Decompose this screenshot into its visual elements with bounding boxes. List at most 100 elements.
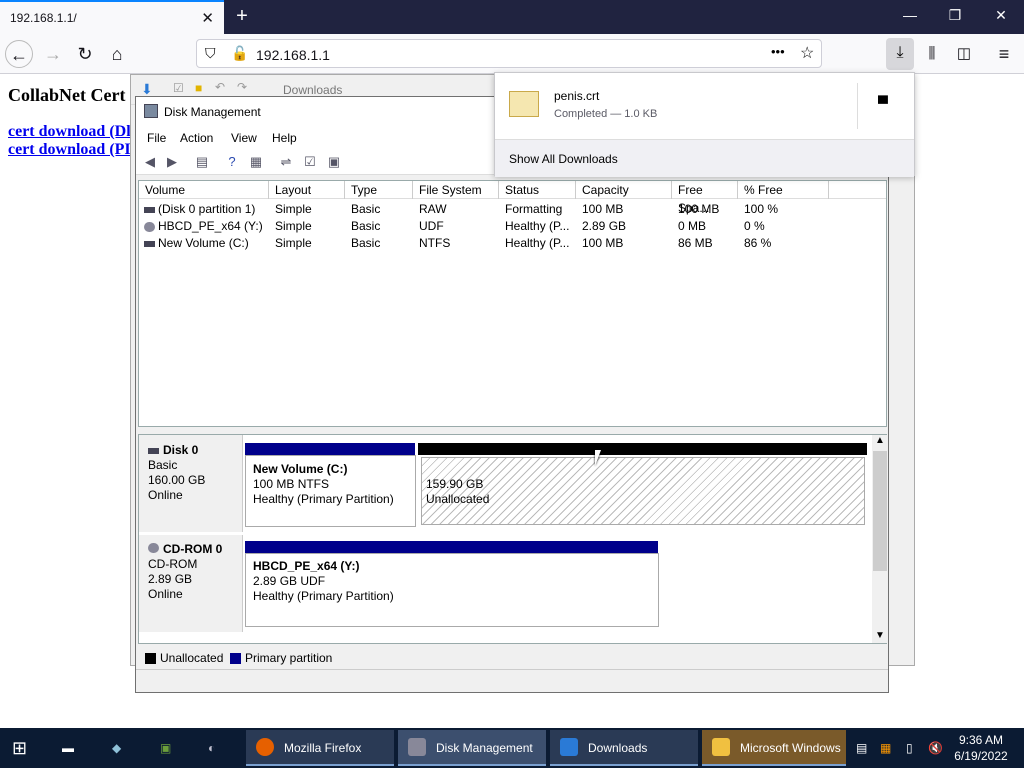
col-type[interactable]: Type	[345, 181, 413, 199]
col-volume[interactable]: Volume	[139, 181, 269, 199]
shield-icon[interactable]: ⛉	[205, 45, 216, 62]
table-row[interactable]: (Disk 0 partition 1) Simple Basic RAW Fo…	[139, 201, 886, 218]
forward-arrow-icon[interactable]: ▶	[164, 154, 180, 170]
cell-free-space: 0 MB	[678, 219, 707, 233]
partition-detail: 2.89 GB UDF	[253, 574, 326, 588]
new-tab-button[interactable]: +	[231, 4, 253, 28]
clock[interactable]: 9:36 AM 6/19/2022	[948, 732, 1014, 764]
console-tree-icon[interactable]: ▤	[194, 154, 210, 170]
page-actions-icon[interactable]: •••	[771, 44, 785, 59]
partition-y[interactable]: HBCD_PE_x64 (Y:) 2.89 GB UDF Healthy (Pr…	[245, 553, 659, 627]
open-folder-icon[interactable]: ▀	[878, 95, 888, 111]
cert-download-link-2[interactable]: cert download (PI	[8, 141, 131, 159]
col-percent-free[interactable]: % Free	[738, 181, 829, 199]
insecure-lock-icon[interactable]: 🔓	[231, 45, 248, 62]
bookmark-star-icon[interactable]: ☆	[800, 43, 814, 63]
scrollbar-thumb[interactable]	[873, 451, 887, 571]
minimize-icon[interactable]: —	[900, 7, 920, 23]
taskbar-label: Downloads	[588, 741, 648, 755]
settings-icon[interactable]: ▣	[326, 154, 342, 170]
cell-percent-free: 86 %	[744, 236, 772, 250]
url-bar[interactable]: ⛉ 🔓 192.168.1.1 ••• ☆	[196, 39, 822, 68]
back-arrow-icon[interactable]: ◀	[142, 154, 158, 170]
undo-icon: ↶	[215, 80, 226, 94]
table-row[interactable]: New Volume (C:) Simple Basic NTFS Health…	[139, 235, 886, 252]
volume-muted-icon[interactable]: 🔇	[928, 728, 944, 768]
partition-name: HBCD_PE_x64 (Y:)	[253, 559, 360, 573]
back-icon[interactable]: ←	[5, 40, 33, 68]
download-filename[interactable]: penis.crt	[554, 89, 599, 103]
taskbar-label: Mozilla Firefox	[284, 741, 362, 755]
col-capacity[interactable]: Capacity	[576, 181, 672, 199]
vertical-scrollbar[interactable]: ▲ ▼	[872, 435, 888, 643]
partition-status: Healthy (Primary Partition)	[253, 589, 394, 603]
usb-icon[interactable]: ▯	[906, 728, 922, 768]
cell-capacity: 100 MB	[582, 236, 624, 250]
mouse-cursor	[595, 450, 607, 466]
col-layout[interactable]: Layout	[269, 181, 345, 199]
url-text[interactable]: 192.168.1.1	[256, 47, 330, 63]
show-all-downloads-button[interactable]: Show All Downloads	[495, 139, 914, 177]
col-status[interactable]: Status	[499, 181, 576, 199]
color-icon[interactable]: ▦	[880, 728, 896, 768]
browser-tab[interactable]: 192.168.1.1/ ✕	[0, 0, 224, 34]
window-icon	[712, 738, 730, 756]
volume-list-header: Volume Layout Type File System Status Ca…	[139, 181, 886, 215]
library-icon[interactable]: ⫼	[918, 40, 946, 68]
legend-primary: Primary partition	[245, 651, 333, 665]
browser-tab-strip: 192.168.1.1/ ✕ + — ❐ ✕	[0, 0, 1024, 34]
partition-c[interactable]: New Volume (C:) 100 MB NTFS Healthy (Pri…	[245, 455, 416, 527]
unallocated-size: 159.90 GB	[426, 477, 484, 491]
network-icon[interactable]: ▤	[856, 728, 872, 768]
command-prompt-icon[interactable]: ▬	[62, 728, 86, 768]
pinned-app-icon[interactable]: ◆	[112, 728, 136, 768]
cell-capacity: 2.89 GB	[582, 219, 627, 233]
disk-state: Online	[148, 587, 183, 601]
taskbar-firefox[interactable]: Mozilla Firefox	[246, 730, 394, 766]
download-status: Completed — 1.0 KB	[554, 108, 658, 120]
col-free-space[interactable]: Free Spa...	[672, 181, 738, 215]
sidebar-icon[interactable]: ◫	[950, 40, 978, 68]
menu-help[interactable]: Help	[272, 131, 297, 145]
unallocated-label: Unallocated	[426, 492, 490, 506]
cell-free-space: 86 MB	[678, 236, 713, 250]
reload-icon[interactable]: ↻	[71, 40, 99, 68]
taskbar-microsoft-windows[interactable]: Microsoft Windows	[702, 730, 846, 766]
restore-icon[interactable]: ❐	[945, 7, 965, 24]
menu-icon[interactable]: ≡	[990, 40, 1018, 68]
table-row[interactable]: HBCD_PE_x64 (Y:) Simple Basic UDF Health…	[139, 218, 886, 235]
check-disk-icon[interactable]: ☑	[302, 154, 318, 170]
disk-graphical-view: Disk 0 Basic 160.00 GB Online New Volume…	[138, 434, 888, 644]
properties-icon[interactable]: ▦	[248, 154, 264, 170]
windows-start-icon[interactable]: ⊞	[12, 728, 36, 768]
downloads-icon[interactable]: ⤓	[886, 38, 914, 70]
help-icon[interactable]: ?	[224, 154, 240, 170]
taskbar-disk-management[interactable]: Disk Management	[398, 730, 546, 766]
primary-partition-bar	[245, 443, 415, 455]
pinned-app-icon[interactable]: ▣	[160, 728, 184, 768]
menu-view[interactable]: View	[231, 131, 257, 145]
col-file-system[interactable]: File System	[413, 181, 499, 199]
disk-name: Disk 0	[163, 443, 199, 457]
tab-close-icon[interactable]: ✕	[201, 9, 214, 27]
unallocated-space[interactable]: 159.90 GB Unallocated	[421, 457, 865, 525]
scroll-up-icon[interactable]: ▲	[875, 435, 885, 446]
taskbar-downloads[interactable]: Downloads	[550, 730, 698, 766]
volume-icon	[144, 240, 155, 247]
cert-download-link-1[interactable]: cert download (Dl	[8, 123, 131, 141]
close-window-icon[interactable]: ✕	[991, 7, 1011, 24]
scroll-down-icon[interactable]: ▼	[875, 630, 885, 641]
firefox-icon	[256, 738, 274, 756]
cdrom-0-info[interactable]: CD-ROM 0 CD-ROM 2.89 GB Online	[139, 535, 243, 632]
status-bar	[136, 669, 888, 692]
disk-0-info[interactable]: Disk 0 Basic 160.00 GB Online	[139, 435, 243, 532]
connect-icon[interactable]: ⇌	[278, 154, 294, 170]
pinned-app-icon[interactable]: ◐	[208, 728, 232, 768]
menu-file[interactable]: File	[147, 131, 166, 145]
show-all-downloads-label: Show All Downloads	[509, 152, 618, 166]
cell-file-system: UDF	[419, 219, 444, 233]
forward-icon[interactable]: →	[39, 40, 67, 68]
menu-action[interactable]: Action	[180, 131, 213, 145]
check-icon: ☑	[173, 81, 184, 95]
home-icon[interactable]: ⌂	[103, 40, 131, 68]
